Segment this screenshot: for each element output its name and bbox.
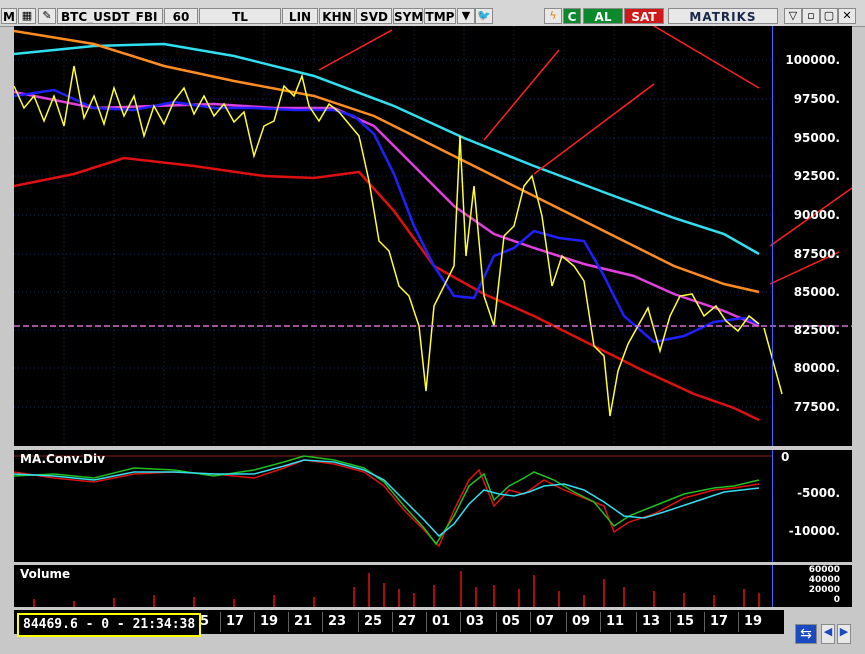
linear-scale-button[interactable]: LIN [282, 8, 318, 24]
buy-button[interactable]: AL [583, 8, 623, 24]
x-tick: 19 [744, 614, 763, 629]
volume-pane[interactable]: Volume 60000 40000 20000 0 [14, 565, 852, 607]
price-tick: 85000. [793, 285, 840, 299]
chart-toolbar: M ▦ ✎ BTC_USDT_FBI 60 TL LIN KHN SVD SYM… [0, 0, 865, 27]
macd-svg [14, 455, 772, 548]
x-tick: 11 [606, 614, 625, 629]
dropdown-arrow-icon[interactable]: ▼ [457, 8, 475, 24]
x-tick: 25 [364, 614, 383, 629]
sell-button[interactable]: SAT [624, 8, 664, 24]
price-tick: 87500. [793, 247, 840, 261]
twitter-icon[interactable]: 🐦 [475, 8, 493, 24]
price-tick: 80000. [793, 361, 840, 375]
window-menu-icon[interactable]: ▽ [784, 8, 802, 24]
x-tick: 17 [226, 614, 245, 629]
x-tick: 07 [536, 614, 555, 629]
x-tick: 27 [398, 614, 417, 629]
x-tick: 5 [200, 614, 210, 629]
volume-svg [33, 571, 760, 607]
macd-y-axis[interactable]: 0 -5000. -10000. [772, 450, 852, 562]
macd-pane[interactable]: MA.Conv.Div 0 -5000. -10000. [14, 450, 852, 562]
x-tick: 09 [572, 614, 591, 629]
symbol-field[interactable]: BTC_USDT_FBI [57, 8, 163, 24]
template-button[interactable]: TMP [424, 8, 456, 24]
price-y-axis[interactable]: 100000. 97500. 95000. 92500. 90000. 8750… [772, 26, 852, 446]
price-tick: 77500. [793, 400, 840, 414]
ma-red-line [14, 156, 760, 422]
ma-blue-line [14, 88, 760, 344]
price-tick: 92500. [793, 169, 840, 183]
x-tick: 05 [502, 614, 521, 629]
chart-type-icon[interactable]: ▦ [18, 8, 36, 24]
scroll-left-icon[interactable]: ◀ [821, 624, 835, 644]
macd-tick: 0 [781, 450, 790, 464]
macd-green-line [14, 455, 760, 546]
volume-title: Volume [20, 567, 71, 581]
khn-button[interactable]: KHN [319, 8, 355, 24]
x-tick: 23 [328, 614, 347, 629]
x-tick: 03 [466, 614, 485, 629]
interval-field[interactable]: 60 [164, 8, 198, 24]
volume-tick: 60000 [808, 565, 840, 575]
price-tick: 90000. [793, 208, 840, 222]
volume-tick: 20000 [808, 585, 840, 595]
x-tick: 19 [260, 614, 279, 629]
drawing-tools-icon[interactable]: ✎ [38, 8, 56, 24]
scroll-controls[interactable]: ⇆ ◀ ▶ [795, 622, 855, 648]
price-tick: 95000. [793, 131, 840, 145]
x-tick: 17 [710, 614, 729, 629]
price-tick: 97500. [793, 92, 840, 106]
scroll-right-icon[interactable]: ▶ [837, 624, 851, 644]
ma-cyan-line [14, 42, 760, 256]
macd-cyan-line [14, 459, 760, 538]
volume-tick: 0 [833, 595, 840, 605]
trendline-4 [653, 26, 760, 89]
x-tick: 15 [676, 614, 695, 629]
macd-tick: -5000. [797, 486, 840, 500]
sym-button[interactable]: SYM [393, 8, 423, 24]
trendline-2 [483, 49, 560, 141]
minimize-icon[interactable]: ▫ [802, 8, 820, 24]
matriks-logo: MATRIKS [668, 8, 778, 24]
refresh-button[interactable]: C [563, 8, 581, 24]
lightning-icon[interactable]: ϟ [544, 8, 562, 24]
x-tick: 21 [294, 614, 313, 629]
cursor-value-readout: 84469.6 - 0 - 21:34:38 [17, 613, 202, 637]
volume-y-axis[interactable]: 60000 40000 20000 0 [772, 565, 852, 607]
trendline-3 [533, 83, 655, 175]
close-icon[interactable]: ✕ [838, 8, 856, 24]
macd-title: MA.Conv.Div [20, 452, 105, 466]
x-tick: 01 [432, 614, 451, 629]
macd-tick: -10000. [788, 524, 840, 538]
x-tick: 13 [642, 614, 661, 629]
svd-button[interactable]: SVD [356, 8, 392, 24]
trendline-1 [318, 29, 393, 71]
price-chart-pane[interactable]: 100000. 97500. 95000. 92500. 90000. 8750… [14, 26, 852, 446]
maximize-icon[interactable]: ▢ [820, 8, 838, 24]
currency-field[interactable]: TL [199, 8, 281, 24]
price-tick: 82500. [793, 323, 840, 337]
sync-icon[interactable]: ⇆ [795, 624, 817, 644]
price-line [14, 65, 760, 417]
volume-tick: 40000 [808, 575, 840, 585]
price-tick: 100000. [785, 53, 840, 67]
matriks-menu-button[interactable]: M [1, 8, 17, 24]
price-chart-svg [14, 26, 852, 446]
